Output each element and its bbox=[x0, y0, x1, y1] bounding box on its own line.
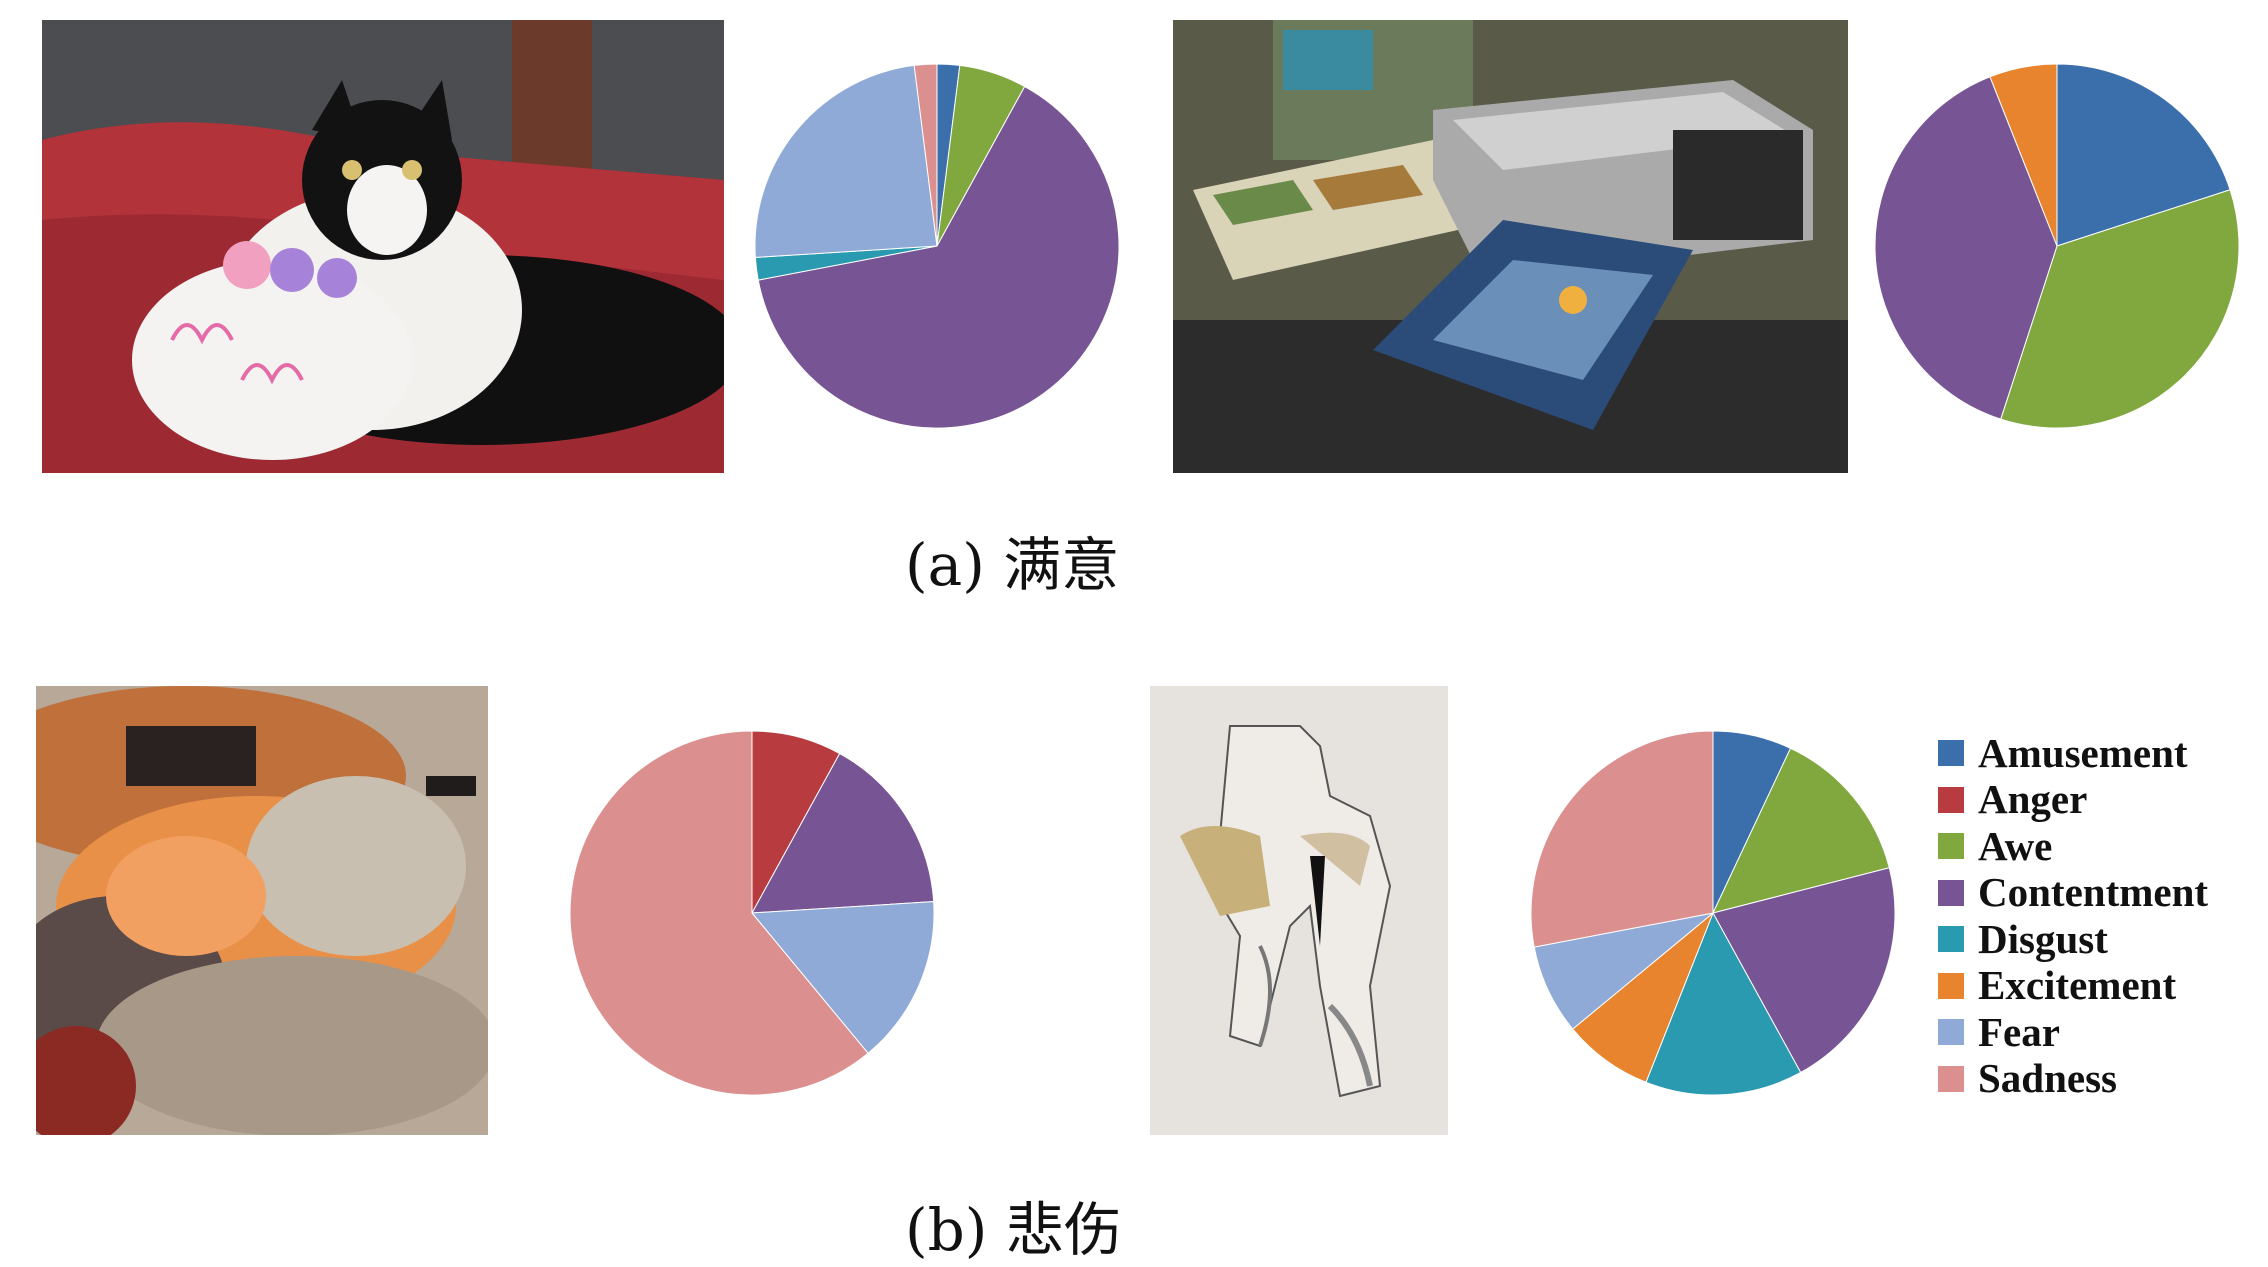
legend-swatch bbox=[1938, 926, 1964, 953]
legend-label: Disgust bbox=[1978, 915, 2108, 962]
legend-swatch bbox=[1938, 1019, 1964, 1046]
photo-cat bbox=[42, 20, 724, 473]
photo-painting bbox=[36, 686, 488, 1135]
caption-b: (b) 悲伤 bbox=[905, 1196, 1122, 1264]
legend-item-sadness: Sadness bbox=[1938, 1056, 2208, 1103]
legend-label: Anger bbox=[1978, 776, 2088, 823]
legend-item-awe: Awe bbox=[1938, 823, 2208, 870]
legend-item-amusement: Amusement bbox=[1938, 730, 2208, 777]
legend-swatch bbox=[1938, 972, 1964, 999]
pie-chart-a2 bbox=[1874, 63, 2240, 429]
legend-swatch bbox=[1938, 740, 1964, 767]
legend-label: Sadness bbox=[1978, 1055, 2118, 1102]
legend-item-disgust: Disgust bbox=[1938, 916, 2208, 963]
caption-a: (a) 满意 bbox=[905, 531, 1120, 599]
pie-chart-b2 bbox=[1530, 730, 1896, 1096]
legend-item-excitement: Excitement bbox=[1938, 963, 2208, 1010]
legend-label: Excitement bbox=[1978, 962, 2177, 1009]
legend-label: Awe bbox=[1978, 822, 2053, 869]
legend-swatch bbox=[1938, 879, 1964, 906]
legend-label: Fear bbox=[1978, 1008, 2060, 1055]
pie-chart-b1 bbox=[569, 730, 935, 1096]
legend-swatch bbox=[1938, 833, 1964, 860]
legend-item-contentment: Contentment bbox=[1938, 870, 2208, 917]
photo-printer bbox=[1173, 20, 1848, 473]
pie-slice-sadness bbox=[1530, 730, 1714, 948]
legend-swatch bbox=[1938, 1065, 1964, 1092]
photo-sketch bbox=[1150, 686, 1448, 1135]
pie-chart-a1 bbox=[754, 63, 1120, 429]
legend-swatch bbox=[1938, 786, 1964, 813]
pie-slice-fear bbox=[754, 64, 938, 258]
legend-item-fear: Fear bbox=[1938, 1009, 2208, 1056]
legend-label: Contentment bbox=[1978, 869, 2209, 916]
legend-item-anger: Anger bbox=[1938, 777, 2208, 824]
legend-label: Amusement bbox=[1978, 729, 2188, 776]
legend: Amusement Anger Awe Contentment Disgust … bbox=[1938, 730, 2208, 1102]
